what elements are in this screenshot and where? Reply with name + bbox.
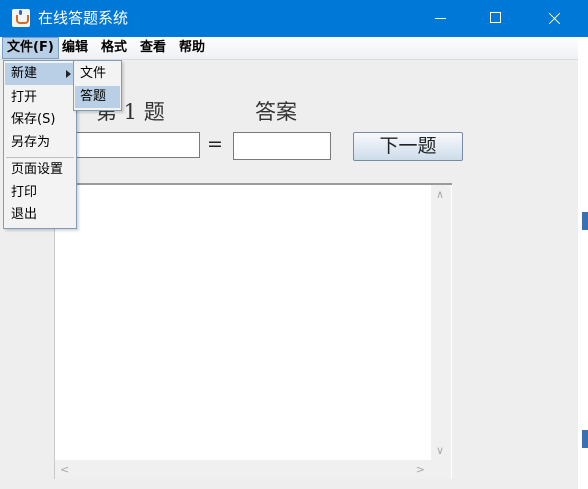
menu-item-page-setup[interactable]: 页面设置 <box>5 159 75 181</box>
equals-sign: = <box>207 133 223 155</box>
menu-item-new[interactable]: 新建 <box>5 63 75 85</box>
vertical-scrollbar[interactable]: ∧ ∨ <box>431 185 451 460</box>
horizontal-scrollbar[interactable]: < > <box>55 460 431 479</box>
app-icon-cup <box>16 15 29 24</box>
menu-item-save-as[interactable]: 另存为 <box>5 132 75 154</box>
new-submenu: 文件 答题 <box>73 60 122 111</box>
submenu-arrow-icon <box>66 70 71 78</box>
answer-field[interactable] <box>233 132 331 160</box>
background-mark <box>582 212 588 230</box>
background-mark <box>582 430 588 448</box>
menu-separator <box>6 157 74 158</box>
background-window-edge <box>578 37 588 489</box>
menu-bar: 文件(F) 编辑 格式 查看 帮助 <box>0 37 588 60</box>
submenu-item-file[interactable]: 文件 <box>75 63 120 85</box>
menu-item-exit[interactable]: 退出 <box>5 204 75 226</box>
app-window: 在线答题系统 文件(F) 编辑 格式 查看 帮助 第 1 题 答案 = 下一题 … <box>0 0 588 489</box>
window-title: 在线答题系统 <box>38 9 129 27</box>
maximize-button[interactable] <box>473 0 519 37</box>
menu-item-save[interactable]: 保存(S) <box>5 109 75 131</box>
scroll-corner <box>431 460 451 479</box>
answer-label: 答案 <box>255 100 297 124</box>
menu-edit[interactable]: 编辑 <box>62 37 88 59</box>
menu-item-print[interactable]: 打印 <box>5 182 75 204</box>
question-field[interactable] <box>74 132 200 158</box>
menu-format[interactable]: 格式 <box>101 37 127 59</box>
close-button[interactable] <box>531 0 577 37</box>
title-bar[interactable]: 在线答题系统 <box>0 0 588 37</box>
minimize-icon <box>435 18 446 19</box>
file-menu-dropdown: 新建 打开 保存(S) 另存为 页面设置 打印 退出 <box>3 60 77 229</box>
menu-item-new-label: 新建 <box>11 66 38 81</box>
minimize-button[interactable] <box>418 0 464 37</box>
scroll-left-icon[interactable]: < <box>60 464 69 475</box>
scroll-down-icon[interactable]: ∨ <box>436 445 444 456</box>
text-area[interactable] <box>54 183 452 479</box>
maximize-icon <box>490 12 501 23</box>
submenu-item-questions[interactable]: 答题 <box>75 86 120 108</box>
menu-item-open[interactable]: 打开 <box>5 87 75 109</box>
scroll-right-icon[interactable]: > <box>416 464 425 475</box>
java-cup-icon <box>12 9 30 27</box>
menu-view[interactable]: 查看 <box>140 37 166 59</box>
menu-file[interactable]: 文件(F) <box>2 37 59 59</box>
scroll-up-icon[interactable]: ∧ <box>436 189 444 200</box>
next-question-button[interactable]: 下一题 <box>353 132 463 161</box>
menu-help[interactable]: 帮助 <box>179 37 205 59</box>
